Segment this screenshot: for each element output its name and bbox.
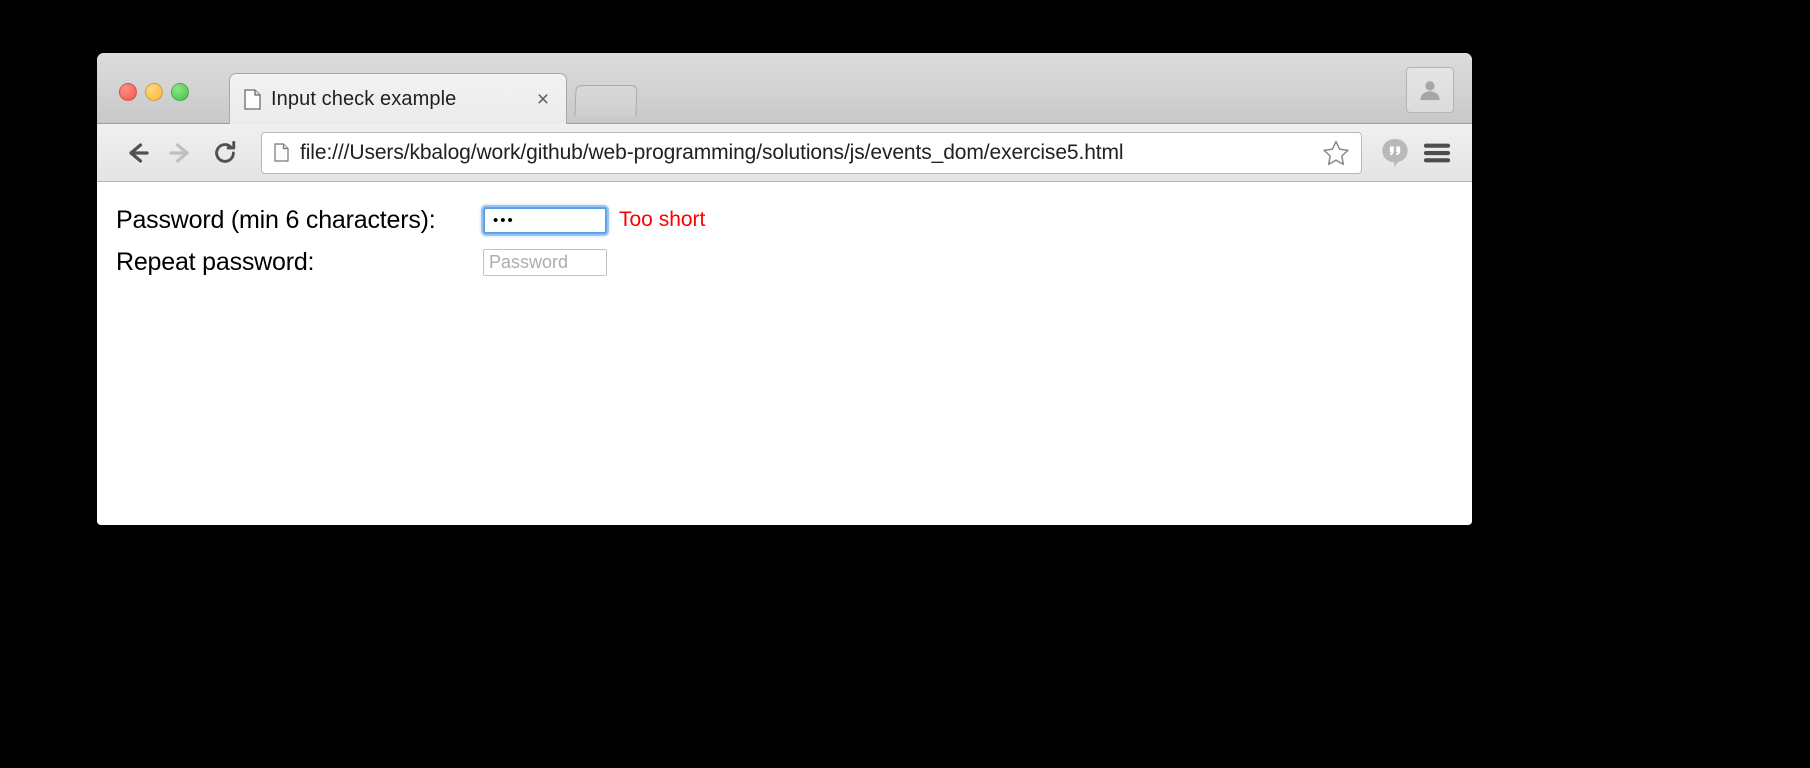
tab-title: Input check example	[271, 87, 457, 110]
browser-window: Input check example × file:///Users/kbal…	[97, 53, 1472, 525]
repeat-password-row: Repeat password:	[116, 242, 1472, 282]
document-icon	[274, 143, 289, 162]
window-controls	[119, 83, 189, 101]
repeat-password-label: Repeat password:	[116, 247, 315, 276]
close-window-button[interactable]	[119, 83, 137, 101]
password-label: Password (min 6 characters):	[116, 205, 436, 234]
zoom-window-button[interactable]	[171, 83, 189, 101]
minimize-window-button[interactable]	[145, 83, 163, 101]
url-text[interactable]: file:///Users/kbalog/work/github/web-pro…	[300, 141, 1315, 165]
tab-input-check-example[interactable]: Input check example ×	[229, 73, 567, 124]
password-input[interactable]: •••	[481, 204, 609, 236]
hangouts-quote-icon[interactable]	[1374, 131, 1416, 175]
document-icon	[244, 88, 261, 110]
repeat-password-input[interactable]	[483, 248, 607, 276]
bookmark-star-icon[interactable]	[1321, 138, 1351, 168]
page-content: Password (min 6 characters): ••• Too sho…	[97, 182, 1472, 524]
back-arrow-icon[interactable]	[115, 131, 159, 175]
reload-icon[interactable]	[203, 131, 247, 175]
tab-strip: Input check example ×	[97, 53, 1472, 124]
password-masked-value: •••	[493, 211, 515, 229]
password-error-message: Too short	[619, 208, 706, 231]
password-row: Password (min 6 characters): ••• Too sho…	[116, 200, 1472, 240]
hamburger-menu-icon[interactable]	[1416, 131, 1458, 175]
background-tab-stub[interactable]	[574, 85, 638, 116]
forward-arrow-icon	[159, 131, 203, 175]
address-bar[interactable]: file:///Users/kbalog/work/github/web-pro…	[261, 131, 1362, 174]
browser-toolbar: file:///Users/kbalog/work/github/web-pro…	[97, 124, 1472, 182]
close-icon[interactable]: ×	[530, 86, 556, 112]
person-avatar-icon[interactable]	[1406, 67, 1454, 113]
